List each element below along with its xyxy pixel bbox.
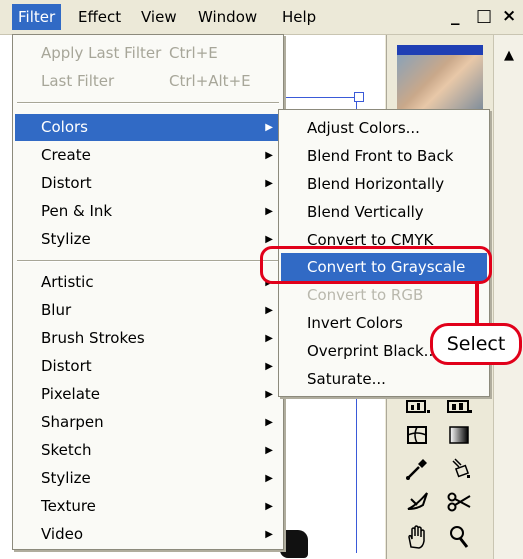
submenu-arrow-icon: ▶ [265, 150, 273, 161]
submenu-item-blend-vertically[interactable]: Blend Vertically [281, 198, 487, 226]
menu-effect[interactable]: Effect [72, 4, 127, 30]
menu-item-sketch[interactable]: Sketch ▶ [15, 437, 281, 464]
menu-item-label: Blend Vertically [307, 203, 424, 221]
menu-window[interactable]: Window [192, 4, 263, 30]
mesh-tool-icon[interactable] [401, 423, 433, 449]
menu-separator [17, 102, 279, 104]
submenu-arrow-icon: ▶ [265, 178, 273, 189]
submenu-item-convert-to-rgb[interactable]: Convert to RGB [281, 281, 487, 309]
menu-item-label: Stylize [41, 469, 91, 487]
menu-item-label: Blend Front to Back [307, 147, 454, 165]
submenu-arrow-icon: ▶ [265, 529, 273, 540]
vertical-scrollbar[interactable]: ▲ [493, 35, 523, 559]
menu-item-label: Brush Strokes [41, 329, 145, 347]
menu-item-label: Sharpen [41, 413, 104, 431]
navigator-thumbnail[interactable] [397, 55, 483, 113]
menu-item-distort[interactable]: Distort ▶ [15, 170, 281, 197]
menu-item-apply-last-filter[interactable]: Apply Last Filter Ctrl+E [15, 40, 281, 67]
submenu-item-adjust-colors[interactable]: Adjust Colors... [281, 114, 487, 142]
menu-item-label: Pen & Ink [41, 202, 113, 220]
submenu-arrow-icon: ▶ [265, 417, 273, 428]
artwork-shape [280, 530, 308, 558]
menu-item-stylize[interactable]: Stylize ▶ [15, 226, 281, 253]
menu-bar: Filter Effect View Window Help _ □ × [0, 0, 523, 35]
submenu-arrow-icon: ▶ [265, 501, 273, 512]
submenu-arrow-icon: ▶ [265, 389, 273, 400]
menu-item-label: Adjust Colors... [307, 119, 420, 137]
menu-filter[interactable]: Filter [12, 4, 62, 30]
menu-help[interactable]: Help [276, 4, 322, 30]
filter-menu: Apply Last Filter Ctrl+E Last Filter Ctr… [12, 34, 284, 550]
menu-item-label: Artistic [41, 273, 94, 291]
menu-item-label: Video [41, 525, 84, 543]
menu-item-brush-strokes[interactable]: Brush Strokes ▶ [15, 325, 281, 352]
hand-tool-icon[interactable] [401, 523, 433, 549]
menu-item-last-filter[interactable]: Last Filter Ctrl+Alt+E [15, 68, 281, 95]
submenu-arrow-icon: ▶ [265, 445, 273, 456]
menu-item-label: Distort [41, 357, 92, 375]
submenu-arrow-icon: ▶ [265, 333, 273, 344]
submenu-arrow-icon: ▶ [265, 206, 273, 217]
menu-item-label: Convert to RGB [307, 286, 424, 304]
menu-item-stylize-2[interactable]: Stylize ▶ [15, 465, 281, 492]
menu-item-pixelate[interactable]: Pixelate ▶ [15, 381, 281, 408]
menu-item-texture[interactable]: Texture ▶ [15, 493, 281, 520]
navigator-bar [397, 45, 483, 55]
menu-view[interactable]: View [135, 4, 183, 30]
eyedropper-tool-icon[interactable] [401, 455, 433, 481]
submenu-item-blend-front-to-back[interactable]: Blend Front to Back [281, 142, 487, 170]
menu-item-label: Overprint Black... [307, 342, 438, 360]
menu-separator [17, 260, 279, 262]
knife-tool-icon[interactable] [401, 489, 433, 515]
submenu-arrow-icon: ▶ [265, 305, 273, 316]
scissors-tool-icon[interactable] [443, 489, 475, 515]
menu-item-label: Sketch [41, 441, 92, 459]
menu-item-label: Apply Last Filter [41, 44, 162, 62]
submenu-item-blend-horizontally[interactable]: Blend Horizontally [281, 170, 487, 198]
menu-item-pen-ink[interactable]: Pen & Ink ▶ [15, 198, 281, 225]
menu-item-label: Distort [41, 174, 92, 192]
menu-item-label: Pixelate [41, 385, 100, 403]
zoom-tool-icon[interactable] [443, 523, 475, 549]
selection-handle[interactable] [354, 92, 364, 102]
minimize-button[interactable]: _ [451, 6, 460, 26]
gradient-tool-icon[interactable] [443, 423, 475, 449]
menu-item-sharpen[interactable]: Sharpen ▶ [15, 409, 281, 436]
submenu-arrow-icon: ▶ [265, 473, 273, 484]
close-button[interactable]: × [502, 6, 516, 26]
menu-item-label: Create [41, 146, 91, 164]
menu-item-label: Blend Horizontally [307, 175, 445, 193]
submenu-arrow-icon: ▶ [265, 122, 273, 133]
menu-item-label: Texture [41, 497, 96, 515]
callout-highlight-box [260, 246, 492, 284]
scroll-up-arrow-icon[interactable]: ▲ [497, 43, 521, 69]
menu-item-label: Colors [41, 118, 88, 136]
menu-item-label: Invert Colors [307, 314, 403, 332]
menu-item-create[interactable]: Create ▶ [15, 142, 281, 169]
callout-connector [475, 283, 479, 325]
callout-label: Select [430, 323, 522, 365]
menu-item-distort-2[interactable]: Distort ▶ [15, 353, 281, 380]
menu-item-artistic[interactable]: Artistic ▶ [15, 269, 281, 296]
submenu-arrow-icon: ▶ [265, 361, 273, 372]
restore-button[interactable]: □ [476, 6, 492, 26]
menu-item-label: Stylize [41, 230, 91, 248]
menu-item-video[interactable]: Video ▶ [15, 521, 281, 548]
submenu-item-saturate[interactable]: Saturate... [281, 365, 487, 393]
menu-item-shortcut: Ctrl+E [169, 44, 218, 62]
menu-item-shortcut: Ctrl+Alt+E [169, 72, 251, 90]
paint-bucket-tool-icon[interactable] [443, 455, 475, 481]
menu-item-label: Blur [41, 301, 72, 319]
menu-item-label: Saturate... [307, 370, 386, 388]
menu-item-colors[interactable]: Colors ▶ [15, 114, 281, 141]
menu-item-blur[interactable]: Blur ▶ [15, 297, 281, 324]
menu-item-label: Last Filter [41, 72, 115, 90]
